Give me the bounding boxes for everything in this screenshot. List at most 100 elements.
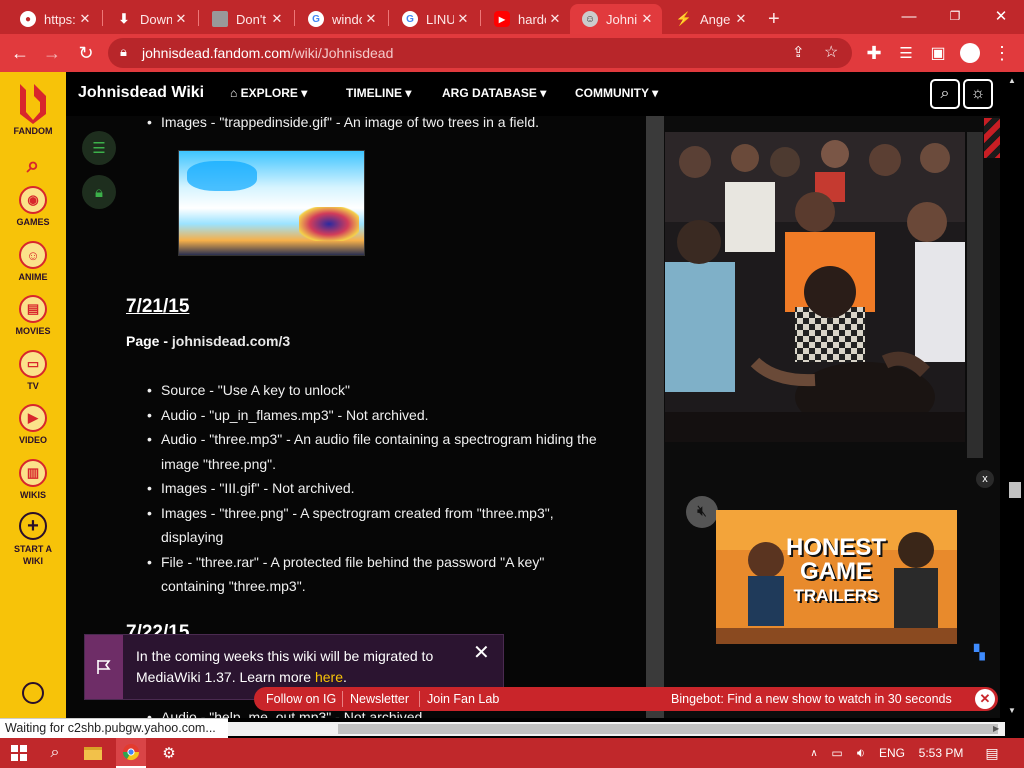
close-tab-icon[interactable]: ✕ xyxy=(172,11,190,27)
clock[interactable]: 5:53 PM xyxy=(914,738,968,768)
theme-toggle-button[interactable]: ☼ xyxy=(963,79,993,109)
page-link[interactable]: johnisdead.com/3 xyxy=(172,333,290,349)
url-host: johnisdead.fandom.com xyxy=(142,45,291,61)
video-player[interactable]: HONEST GAME TRAILERS xyxy=(716,510,957,644)
rail-label: TV xyxy=(27,381,39,391)
chrome-taskbar-icon[interactable] xyxy=(116,738,146,768)
tab-download[interactable]: ⬇ Down ✕ xyxy=(104,4,196,34)
close-bottom-bar-button[interactable]: ✕ xyxy=(975,689,995,709)
close-notice-button[interactable]: ✕ xyxy=(473,643,490,664)
side-panel-icon[interactable]: ▣ xyxy=(926,41,950,65)
rail-item-start-a-wiki[interactable]: + START A WIKI xyxy=(0,512,66,567)
fandom-global-nav: FANDOM ⌕ ◉ GAMES ☺ ANIME ▤ MOVIES ▭ TV ▶… xyxy=(0,72,66,718)
close-tab-icon[interactable]: ✕ xyxy=(362,11,380,27)
tab-johnisdead[interactable]: ☺ Johni ✕ xyxy=(570,4,662,34)
language-indicator[interactable]: ENG xyxy=(876,738,908,768)
search-icon[interactable]: ⌕ xyxy=(42,738,68,768)
nav-explore[interactable]: ⌂ EXPLORE ▾ xyxy=(230,86,307,100)
ad-choices-icon[interactable]: ▚ xyxy=(974,644,985,661)
close-tab-icon[interactable]: ✕ xyxy=(76,11,94,27)
restore-button[interactable]: ❐ xyxy=(932,0,978,32)
wiki-search-button[interactable]: ⌕ xyxy=(930,79,960,109)
rail-label: START A WIKI xyxy=(14,544,52,566)
nav-label: EXPLORE xyxy=(240,86,298,100)
page-scrollbar[interactable]: ▲ ▼ xyxy=(1005,72,1024,718)
volume-icon[interactable]: 🔉︎ xyxy=(852,738,870,768)
newsletter-link[interactable]: Newsletter xyxy=(350,692,409,706)
follow-ig-link[interactable]: Follow on IG xyxy=(266,692,336,706)
rail-item-tv[interactable]: ▭ TV xyxy=(0,350,66,391)
youtube-icon: ▶ xyxy=(494,11,510,27)
scroll-thumb[interactable] xyxy=(1009,482,1021,498)
lock-button[interactable]: 🔒︎ xyxy=(82,175,116,209)
media-queue-icon[interactable]: ☰ xyxy=(894,41,918,65)
list-item: Audio - "up_in_flames.mp3" - Not archive… xyxy=(147,403,611,428)
roblox-icon xyxy=(212,11,228,27)
video-title: HONEST GAME TRAILERS xyxy=(786,536,886,608)
gamepad-icon: ◉ xyxy=(19,186,47,214)
file-explorer-icon[interactable] xyxy=(80,738,106,768)
share-icon[interactable]: ⇪ xyxy=(792,43,805,61)
extensions-icon[interactable]: ✚ xyxy=(862,41,886,65)
close-tab-icon[interactable]: ✕ xyxy=(732,11,750,27)
video-close-button[interactable]: x xyxy=(976,470,994,488)
search-icon[interactable]: ⌕ xyxy=(0,152,66,178)
tab-google-linux[interactable]: G LINU ✕ xyxy=(390,4,478,34)
nav-community[interactable]: COMMUNITY ▾ xyxy=(575,86,658,100)
tray-chevron-icon[interactable]: ∧ xyxy=(806,738,822,768)
forward-button[interactable]: → xyxy=(40,41,64,65)
notice-link[interactable]: here xyxy=(315,669,343,685)
rail-item-movies[interactable]: ▤ MOVIES xyxy=(0,295,66,336)
profile-avatar[interactable] xyxy=(958,41,982,65)
google-icon: G xyxy=(308,11,324,27)
nav-label: COMMUNITY xyxy=(575,86,649,100)
rail-item-wikis[interactable]: ▥ WIKIS xyxy=(0,459,66,500)
tab-title: Johni xyxy=(606,11,638,27)
tab-roblox[interactable]: Don't ✕ xyxy=(200,4,292,34)
settings-gear-icon[interactable]: ⚙ xyxy=(156,738,182,768)
wiki-name-link[interactable]: Johnisdead Wiki xyxy=(78,84,204,102)
reload-button[interactable]: ↻ xyxy=(74,41,98,65)
rail-item-video[interactable]: ▶ VIDEO xyxy=(0,404,66,445)
h-scroll-thumb[interactable] xyxy=(338,724,998,734)
close-tab-icon[interactable]: ✕ xyxy=(454,11,472,27)
bookmark-star-icon[interactable]: ☆ xyxy=(824,42,838,62)
tab-angel[interactable]: ⚡ Ange ✕ xyxy=(664,4,756,34)
rail-item-anime[interactable]: ☺ ANIME xyxy=(0,241,66,282)
network-icon[interactable]: ▭ xyxy=(828,738,846,768)
trappedinside-image[interactable] xyxy=(178,150,365,256)
horizontal-scrollbar[interactable]: ▶ xyxy=(228,722,1005,736)
tab-google-windows[interactable]: G windc ✕ xyxy=(296,4,386,34)
rail-label: ANIME xyxy=(18,272,48,282)
account-icon[interactable] xyxy=(0,682,66,704)
list-item: Images - "three.png" - A spectrogram cre… xyxy=(147,501,611,550)
nav-timeline[interactable]: TIMELINE ▾ xyxy=(346,86,411,100)
status-text: Waiting for c2shb.pubgw.yahoo.com... xyxy=(5,721,216,735)
scroll-up-icon[interactable]: ▲ xyxy=(1008,76,1016,85)
mute-icon[interactable]: 🔇︎ xyxy=(686,496,718,528)
tab-github[interactable]: ● https: ✕ xyxy=(8,4,100,34)
book-icon: ▥ xyxy=(19,459,47,487)
fandom-home-link[interactable]: FANDOM xyxy=(0,80,66,136)
menu-kebab-icon[interactable]: ⋮ xyxy=(990,41,1014,65)
tab-youtube[interactable]: ▶ hardc ✕ xyxy=(482,4,570,34)
join-fan-lab-link[interactable]: Join Fan Lab xyxy=(427,692,499,706)
nav-label: ARG DATABASE xyxy=(442,86,537,100)
toc-button[interactable]: ☰ xyxy=(82,131,116,165)
close-tab-icon[interactable]: ✕ xyxy=(638,11,656,27)
minimize-button[interactable]: — xyxy=(886,0,932,32)
rail-item-games[interactable]: ◉ GAMES xyxy=(0,186,66,227)
notifications-icon[interactable]: ▤ xyxy=(980,738,1004,768)
new-tab-button[interactable]: + xyxy=(762,4,792,34)
close-window-button[interactable]: ✕ xyxy=(978,0,1024,32)
scroll-down-icon[interactable]: ▼ xyxy=(1008,706,1016,715)
scroll-right-icon[interactable]: ▶ xyxy=(993,722,999,736)
close-tab-icon[interactable]: ✕ xyxy=(546,11,564,27)
back-button[interactable]: ← xyxy=(8,41,32,65)
nav-arg-database[interactable]: ARG DATABASE ▾ xyxy=(442,86,546,100)
ad-photo[interactable] xyxy=(665,132,965,442)
close-tab-icon[interactable]: ✕ xyxy=(268,11,286,27)
address-bar[interactable]: 🔒︎ johnisdead.fandom.com/wiki/Johnisdead… xyxy=(108,38,852,68)
windows-start-icon[interactable] xyxy=(6,738,32,768)
bingebot-text[interactable]: Bingebot: Find a new show to watch in 30… xyxy=(671,692,952,706)
